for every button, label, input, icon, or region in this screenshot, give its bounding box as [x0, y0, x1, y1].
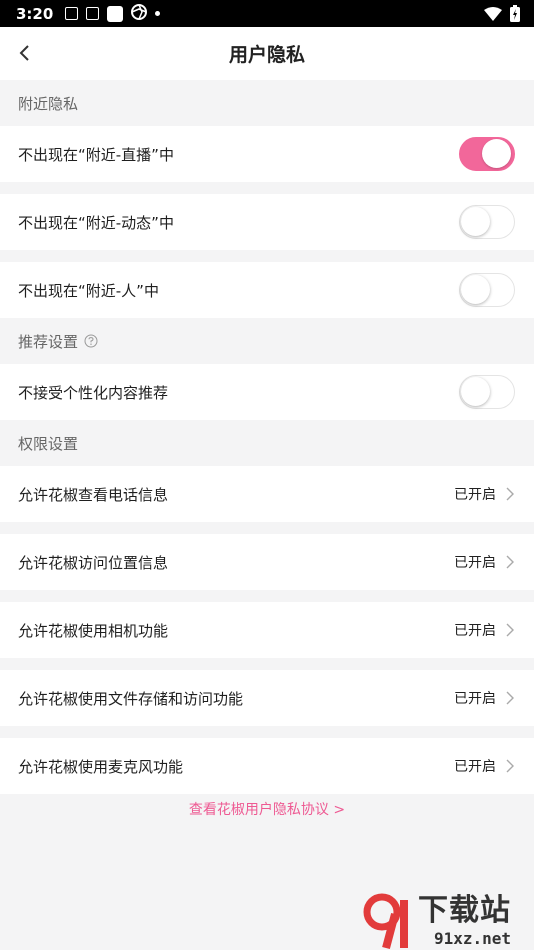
permission-status: 已开启 — [454, 623, 496, 639]
section-header-recommend: 推荐设置 — [0, 318, 534, 364]
permission-label: 允许花椒使用麦克风功能 — [18, 757, 184, 776]
setting-label: 不出现在“附近-动态”中 — [18, 213, 174, 232]
chevron-right-icon — [506, 691, 514, 705]
setting-label: 不出现在“附近-人”中 — [18, 281, 159, 300]
permission-row-microphone[interactable]: 允许花椒使用麦克风功能 已开启 — [0, 738, 534, 794]
help-circle-icon[interactable] — [84, 334, 98, 348]
chevron-right-icon — [506, 759, 514, 773]
permission-status: 已开启 — [454, 691, 496, 707]
permission-status: 已开启 — [454, 555, 496, 571]
permission-label: 允许花椒访问位置信息 — [18, 553, 169, 572]
app-bar: 用户隐私 — [0, 27, 534, 80]
privacy-policy-link[interactable]: 查看花椒用户隐私协议 > — [0, 799, 534, 819]
toggle-knob — [461, 207, 490, 236]
toggle-switch-hide-nearby-live[interactable] — [459, 137, 515, 171]
permission-status: 已开启 — [454, 487, 496, 503]
setting-label: 不接受个性化内容推荐 — [18, 383, 169, 402]
toggle-switch-disable-personalized[interactable] — [459, 375, 515, 409]
permission-row-camera[interactable]: 允许花椒使用相机功能 已开启 — [0, 602, 534, 658]
back-arrow-icon[interactable] — [14, 41, 38, 65]
gallery-notification-icon — [65, 7, 79, 20]
status-time: 3:20 — [16, 4, 54, 23]
toggle-knob — [461, 377, 490, 406]
watermark-logo-icon — [363, 893, 408, 950]
watermark-text: 下载站 — [418, 893, 511, 928]
setting-label: 不出现在“附近-直播”中 — [18, 145, 174, 164]
more-notifications-dot-icon — [155, 11, 161, 16]
toggle-switch-hide-nearby-people[interactable] — [459, 273, 515, 307]
page-title: 用户隐私 — [228, 44, 305, 66]
permission-row-location[interactable]: 允许花椒访问位置信息 已开启 — [0, 534, 534, 590]
watermark-domain: 91xz.net — [433, 929, 511, 948]
toggle-knob — [461, 275, 490, 304]
chevron-right-icon — [506, 623, 514, 637]
chevron-right-icon — [506, 555, 514, 569]
section-header-permissions: 权限设置 — [0, 420, 534, 466]
setting-row-hide-nearby-people: 不出现在“附近-人”中 — [0, 262, 534, 318]
setting-row-hide-nearby-moments: 不出现在“附近-动态”中 — [0, 194, 534, 250]
permission-row-storage[interactable]: 允许花椒使用文件存储和访问功能 已开启 — [0, 670, 534, 726]
permission-label: 允许花椒使用相机功能 — [18, 621, 169, 640]
gallery-notification-icon-2 — [86, 7, 100, 20]
app-notification-icon — [107, 5, 124, 22]
section-title-permissions: 权限设置 — [18, 434, 79, 453]
chevron-right-icon — [506, 487, 514, 501]
toggle-switch-hide-nearby-moments[interactable] — [459, 205, 515, 239]
permission-label: 允许花椒查看电话信息 — [18, 485, 169, 504]
toggle-knob — [482, 139, 511, 168]
wifi-icon — [484, 6, 502, 21]
permission-status: 已开启 — [454, 759, 496, 775]
setting-row-disable-personalized: 不接受个性化内容推荐 — [0, 364, 534, 420]
aperture-notification-icon — [131, 3, 148, 24]
permission-label: 允许花椒使用文件存储和访问功能 — [18, 689, 244, 708]
status-bar: 3:20 — [0, 0, 534, 27]
watermark: 下载站 91xz.net — [362, 888, 530, 950]
section-title-nearby: 附近隐私 — [18, 94, 79, 113]
setting-row-hide-nearby-live: 不出现在“附近-直播”中 — [0, 126, 534, 182]
section-header-nearby: 附近隐私 — [0, 80, 534, 126]
battery-icon — [510, 5, 520, 22]
section-title-recommend: 推荐设置 — [18, 332, 79, 351]
permission-row-phone[interactable]: 允许花椒查看电话信息 已开启 — [0, 466, 534, 522]
